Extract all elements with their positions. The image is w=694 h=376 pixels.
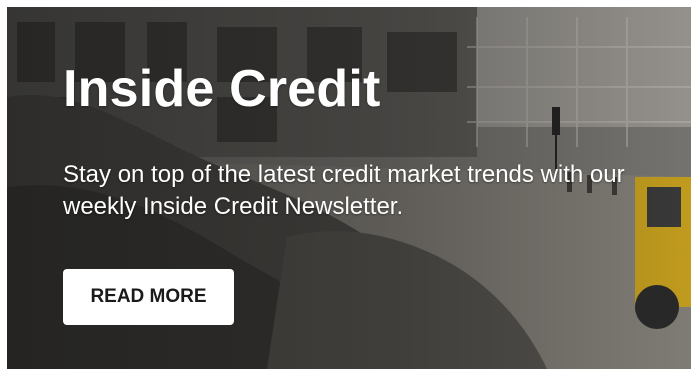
promo-card: Inside Credit Stay on top of the latest … [0, 0, 694, 376]
banner-description: Stay on top of the latest credit market … [63, 161, 625, 220]
read-more-button[interactable]: READ MORE [63, 269, 234, 325]
banner-title: Inside Credit [63, 60, 381, 118]
newsletter-banner: Inside Credit Stay on top of the latest … [7, 7, 691, 369]
